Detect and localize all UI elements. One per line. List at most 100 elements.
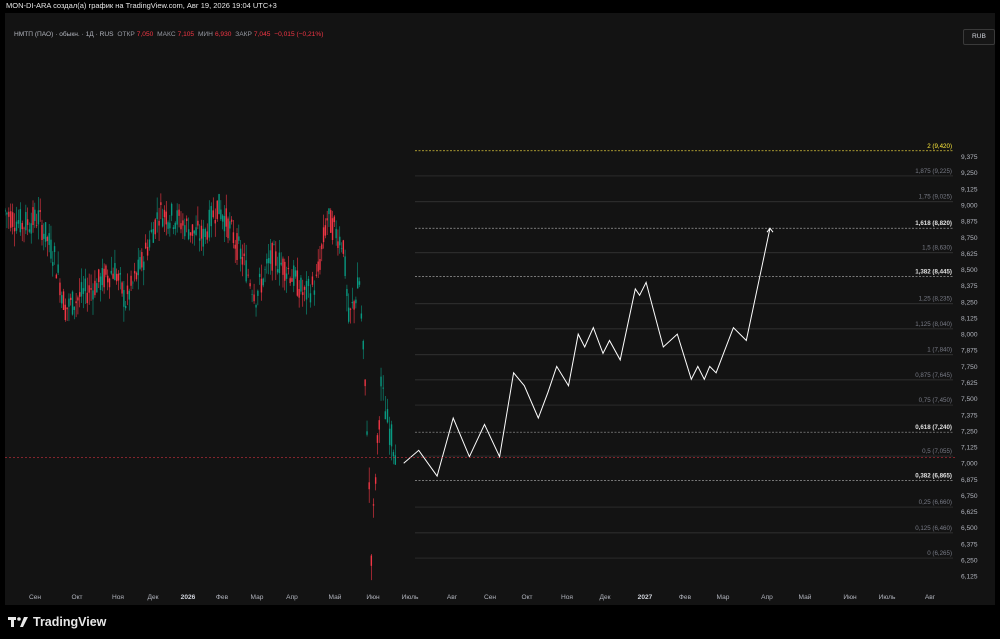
candle-body bbox=[247, 274, 249, 276]
candle-body bbox=[11, 212, 14, 227]
price-tick-label: 7,125 bbox=[961, 445, 978, 452]
candle-body bbox=[182, 220, 184, 226]
candle-body bbox=[88, 285, 90, 293]
candle-body bbox=[144, 242, 147, 249]
open-value: 7,050 bbox=[136, 31, 154, 38]
candle-body bbox=[180, 223, 182, 230]
candle-body bbox=[75, 301, 77, 304]
brand-name: TradingView bbox=[33, 615, 107, 629]
candle-body bbox=[126, 285, 129, 295]
candle-body bbox=[195, 227, 197, 235]
candle-body bbox=[152, 229, 155, 243]
candle-body bbox=[356, 277, 359, 289]
time-tick-label: Мар bbox=[251, 594, 264, 601]
time-tick-label: Авг bbox=[925, 594, 936, 601]
candle-body bbox=[364, 379, 366, 387]
candle-body bbox=[255, 304, 257, 308]
fib-level-label: 0,25 (6,660) bbox=[919, 499, 952, 506]
price-tick-label: 9,000 bbox=[961, 202, 978, 209]
candle-body bbox=[186, 218, 188, 222]
time-tick-label: Ноя bbox=[112, 594, 124, 601]
fib-extension-tool[interactable]: 2 (9,420) 1,875 (9,225) 1,75 (9,025) 1,618 … bbox=[415, 143, 953, 559]
time-tick-label: Июль bbox=[402, 594, 419, 601]
candle-body bbox=[262, 278, 264, 286]
fib-level-label: 1,618 (8,820) bbox=[915, 220, 952, 227]
candle-body bbox=[324, 225, 327, 236]
time-axis[interactable]: Сен Окт Ноя Дек 2026 Фев Мар Апр Май Июн Июль Авг Се… bbox=[29, 593, 936, 601]
candle-body bbox=[360, 313, 363, 319]
candle-body bbox=[293, 265, 295, 286]
candle-body bbox=[107, 275, 109, 283]
candle-body bbox=[303, 286, 306, 290]
price-axis[interactable]: 9,375 9,250 9,125 9,000 8,875 8,750 8,625 8,500… bbox=[955, 13, 995, 605]
candle-body bbox=[64, 304, 67, 321]
candle-body bbox=[349, 308, 352, 310]
candle-body bbox=[66, 307, 68, 310]
candle-body bbox=[189, 232, 192, 236]
candle-body bbox=[384, 411, 387, 420]
time-tick-label: Фев bbox=[216, 594, 229, 601]
price-tick-label: 8,000 bbox=[961, 332, 978, 339]
candle-body bbox=[200, 225, 203, 239]
candle-body bbox=[300, 277, 302, 292]
candle-body bbox=[119, 272, 121, 275]
fib-level-label: 1,25 (8,235) bbox=[919, 296, 952, 303]
candle-body bbox=[132, 282, 134, 284]
candle-body bbox=[163, 209, 166, 218]
open-label: ОТКР bbox=[117, 31, 135, 38]
low-label: МИН bbox=[197, 31, 213, 38]
candle-body bbox=[390, 424, 393, 447]
candle-body bbox=[339, 236, 341, 246]
candle-body bbox=[44, 222, 47, 242]
candle-body bbox=[315, 274, 318, 276]
high-value: 7,105 bbox=[177, 31, 195, 38]
time-tick-label: Мар bbox=[717, 594, 730, 601]
candle-body bbox=[6, 212, 8, 215]
candle-body bbox=[236, 233, 238, 261]
candle-body bbox=[8, 211, 10, 217]
price-tick-label: 8,500 bbox=[961, 267, 978, 274]
candle-body bbox=[99, 276, 102, 290]
candle-body bbox=[216, 200, 218, 219]
candle-body bbox=[253, 294, 255, 302]
candle-body bbox=[257, 290, 259, 296]
projection-polyline[interactable] bbox=[403, 228, 771, 478]
candle-body bbox=[376, 435, 379, 443]
candle-body bbox=[204, 228, 206, 238]
candle-body bbox=[218, 194, 220, 215]
candle-body bbox=[170, 203, 173, 216]
fib-level-label: 2 (9,420) bbox=[927, 143, 952, 150]
candle-body bbox=[101, 267, 104, 286]
candle-body bbox=[174, 222, 176, 229]
price-tick-label: 8,375 bbox=[961, 283, 978, 290]
price-chart[interactable]: 2 (9,420) 1,875 (9,225) 1,75 (9,025) 1,618 … bbox=[5, 13, 995, 605]
time-tick-label: Окт bbox=[521, 594, 532, 601]
fib-level-label: 0,75 (7,450) bbox=[919, 397, 952, 404]
price-tick-label: 6,375 bbox=[961, 541, 978, 548]
candle-body bbox=[340, 248, 343, 249]
candle-body bbox=[25, 211, 27, 231]
currency-button[interactable]: RUB bbox=[963, 29, 995, 45]
candle-body bbox=[193, 230, 195, 234]
candle-body bbox=[26, 219, 29, 225]
price-tick-label: 8,250 bbox=[961, 299, 978, 306]
time-tick-label: Июн bbox=[366, 594, 380, 601]
candle-body bbox=[135, 272, 138, 280]
candle-body bbox=[221, 215, 224, 222]
candle-body bbox=[307, 278, 310, 287]
low-value: 6,930 bbox=[214, 31, 232, 38]
projection-path[interactable] bbox=[403, 227, 774, 478]
candle-body bbox=[92, 290, 94, 300]
candle-body bbox=[13, 227, 16, 232]
price-tick-label: 6,125 bbox=[961, 574, 978, 581]
time-tick-label: Фев bbox=[679, 594, 692, 601]
candle-body bbox=[302, 292, 304, 295]
candle-body bbox=[156, 212, 158, 220]
candle-body bbox=[241, 257, 244, 265]
candle-body bbox=[146, 246, 149, 256]
chart-panel[interactable]: 2 (9,420) 1,875 (9,225) 1,75 (9,025) 1,618 … bbox=[5, 13, 995, 605]
candle-body bbox=[388, 428, 391, 445]
candle-body bbox=[46, 236, 49, 242]
time-tick-label: Апр bbox=[286, 594, 298, 601]
symbol-title: НМТП (ПАО) · обыкн. · 1Д · RUS bbox=[14, 31, 114, 38]
